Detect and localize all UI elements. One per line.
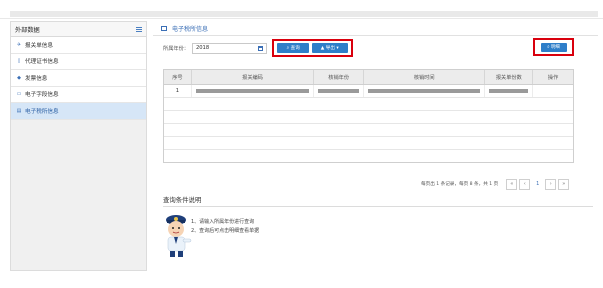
next-page-button[interactable]: › — [545, 178, 557, 190]
table-row: 1 — [164, 85, 573, 98]
column-header: 报关单份数 — [485, 70, 534, 84]
current-page[interactable]: 1 — [532, 179, 543, 190]
table-icon: ▤ — [16, 107, 22, 114]
detail-button[interactable]: ⌕ 明细 — [540, 42, 567, 52]
query-button[interactable]: ⌕ 查询 — [277, 43, 310, 53]
sidebar-title: 外部数据 — [15, 26, 40, 34]
row-index: 1 — [164, 85, 192, 97]
detail-button-highlight: ⌕ 明细 — [533, 38, 574, 56]
table-row — [164, 98, 573, 111]
table-row — [164, 150, 573, 163]
year-label: 所属年份： — [163, 45, 189, 52]
file-icon: ▭ — [16, 91, 22, 98]
sidebar-list: ✈ 报关单信息 ▯ 代理证书信息 ◆ 发票信息 ▭ 电子字段信息 ▤ 电子税所信… — [11, 37, 146, 120]
redacted-cell — [364, 85, 486, 97]
sidebar-item-electronic-tax[interactable]: ▤ 电子税所信息 — [11, 103, 146, 120]
sidebar-item-agency-certificate[interactable]: ▯ 代理证书信息 — [11, 54, 146, 70]
search-row: 所属年份： 2018 — [163, 41, 267, 55]
calendar-icon[interactable] — [257, 45, 263, 51]
year-input[interactable]: 2018 — [191, 42, 267, 54]
table-header: 序号 报关编码 核销年份 核销时间 报关单份数 操作 — [164, 70, 573, 85]
column-header: 序号 — [164, 70, 192, 84]
document-icon: ▯ — [17, 58, 21, 65]
table-icon — [161, 25, 167, 31]
sidebar-item-label: 发票信息 — [25, 75, 48, 82]
table-row — [164, 124, 573, 137]
main-panel: 电子税所信息 所属年份： 2018 ⌕ 查询 ▲ 导出 ▾ 序号 报关编码 核销… — [153, 21, 598, 271]
top-strip — [10, 11, 598, 17]
divider — [163, 206, 593, 207]
sidebar-item-label: 电子税所信息 — [25, 108, 59, 115]
pagination-info: 每页出 1 条记录，每页 8 条，共 1 页 — [421, 182, 499, 187]
detail-button-label: 明细 — [551, 45, 560, 50]
sidebar: 外部数据 ✈ 报关单信息 ▯ 代理证书信息 ◆ 发票信息 ▭ 电子字段信息 ▤ … — [10, 21, 147, 271]
column-header: 操作 — [547, 74, 559, 81]
sidebar-item-declaration[interactable]: ✈ 报关单信息 — [11, 37, 146, 54]
column-header: 核销时间 — [364, 70, 486, 84]
prev-page-button[interactable]: ‹ — [519, 178, 531, 190]
chevron-down-icon: ▾ — [334, 45, 339, 51]
first-page-button[interactable]: « — [506, 178, 518, 190]
ticket-icon: ◆ — [17, 74, 21, 81]
sidebar-item-label: 代理证书信息 — [25, 59, 59, 66]
help-item: 1、请输入所属年份进行查询 — [191, 219, 255, 225]
query-button-label: 查询 — [290, 46, 300, 51]
sidebar-item-label: 报关单信息 — [25, 42, 53, 49]
page-title: 电子税所信息 — [172, 25, 209, 33]
help-item: 2、查询后可点击明细查看单据 — [191, 228, 260, 234]
redacted-cell — [314, 85, 365, 97]
menu-icon[interactable] — [136, 26, 142, 32]
export-button[interactable]: ▲ 导出 ▾ — [311, 43, 348, 53]
sidebar-item-electronic-field[interactable]: ▭ 电子字段信息 — [11, 87, 146, 103]
redacted-cell — [485, 85, 534, 97]
pagination: 每页出 1 条记录，每页 8 条，共 1 页 « ‹ 1 › » — [421, 178, 570, 190]
last-page-button[interactable]: » — [558, 178, 570, 190]
data-table: 序号 报关编码 核销年份 核销时间 报关单份数 操作 1 — [163, 69, 574, 163]
sidebar-item-label: 电子字段信息 — [25, 92, 59, 99]
plane-icon: ✈ — [16, 41, 22, 48]
column-header: 核销年份 — [314, 70, 365, 84]
help-list: 1、请输入所属年份进行查询 2、查询后可点击明细查看单据 — [191, 218, 259, 236]
table-row — [164, 111, 573, 124]
redacted-cell — [192, 85, 315, 97]
sidebar-header: 外部数据 — [11, 22, 146, 37]
table-row — [164, 137, 573, 150]
export-button-label: 导出 — [325, 46, 335, 51]
search-button-group: ⌕ 查询 ▲ 导出 ▾ — [272, 39, 353, 57]
year-value: 2018 — [195, 45, 210, 51]
police-mascot-icon — [166, 215, 192, 257]
action-cell — [533, 85, 573, 97]
page-title-bar: 电子税所信息 — [153, 21, 598, 36]
top-bar — [0, 0, 603, 19]
help-title: 查询条件说明 — [163, 196, 202, 204]
column-header: 报关编码 — [192, 70, 315, 84]
sidebar-item-invoice[interactable]: ◆ 发票信息 — [11, 70, 146, 87]
